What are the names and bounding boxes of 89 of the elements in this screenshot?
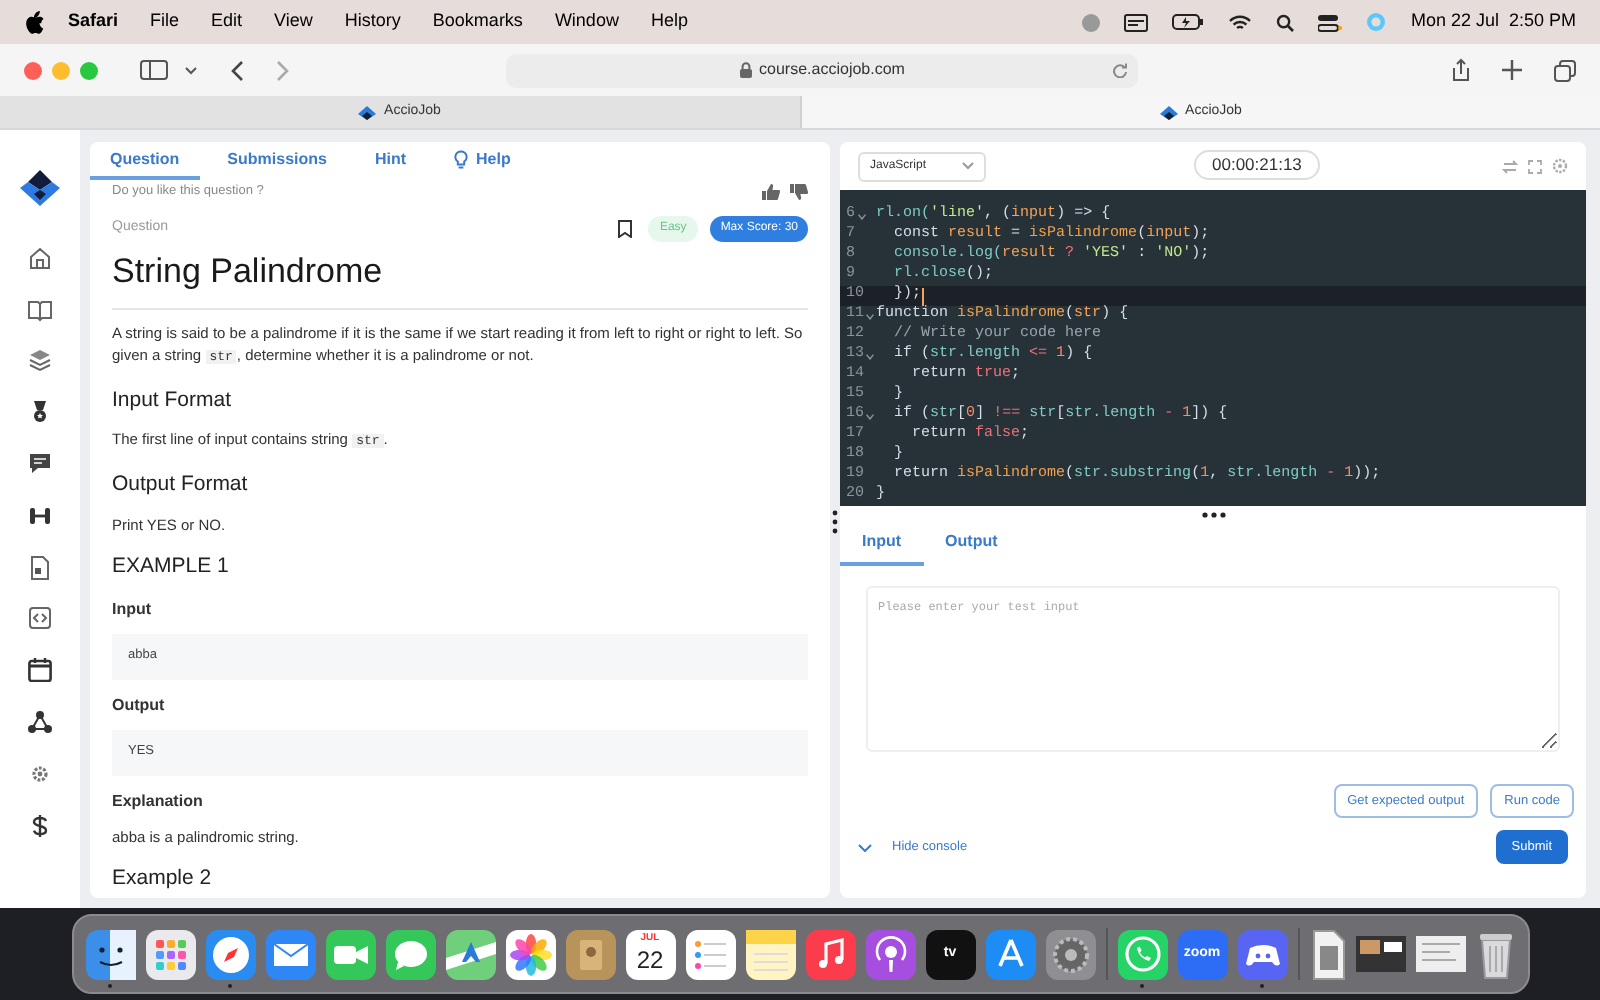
logo-icon bbox=[1159, 105, 1178, 119]
console-tab[interactable]: Output bbox=[923, 522, 1020, 566]
book-icon[interactable] bbox=[28, 297, 52, 322]
checklist-icon[interactable] bbox=[685, 929, 735, 979]
tabs-overview-icon[interactable] bbox=[1554, 59, 1576, 81]
fold-icon[interactable] bbox=[866, 313, 875, 319]
map-icon[interactable] bbox=[445, 929, 495, 979]
chevron-down-icon[interactable] bbox=[858, 843, 872, 851]
lock-icon bbox=[739, 62, 752, 78]
code-icon[interactable] bbox=[28, 606, 52, 631]
flower-icon[interactable] bbox=[505, 929, 555, 979]
wifi-icon[interactable] bbox=[1228, 13, 1253, 31]
battery-icon[interactable] bbox=[1172, 14, 1205, 30]
dollar-icon[interactable] bbox=[28, 813, 52, 838]
gear-icon[interactable] bbox=[1045, 929, 1095, 979]
logo-icon[interactable] bbox=[20, 170, 60, 206]
question-title: String Palindrome bbox=[112, 246, 808, 309]
address-bar[interactable]: course.acciojob.com bbox=[506, 53, 1138, 87]
chevron-down-icon[interactable] bbox=[184, 65, 198, 75]
fold-icon[interactable] bbox=[857, 213, 866, 219]
fold-icon[interactable] bbox=[866, 413, 875, 419]
apple-icon[interactable] bbox=[24, 10, 44, 34]
menu-item[interactable]: Safari bbox=[68, 8, 119, 36]
console-tab[interactable]: Input bbox=[840, 522, 924, 566]
menu-item[interactable]: Edit bbox=[211, 8, 243, 36]
podcast-icon[interactable] bbox=[865, 929, 915, 979]
window-thumbnail-icon[interactable] bbox=[1355, 936, 1405, 972]
thumbs-down-icon[interactable] bbox=[790, 184, 808, 200]
section-heading: Input Format bbox=[112, 385, 234, 415]
chat-icon[interactable] bbox=[28, 451, 52, 476]
menu-item[interactable]: File bbox=[150, 8, 180, 36]
url-text: course.acciojob.com bbox=[759, 58, 905, 82]
menu-item[interactable]: History bbox=[344, 8, 401, 36]
network-icon[interactable] bbox=[28, 709, 52, 734]
trash-icon[interactable] bbox=[1475, 929, 1515, 979]
chevron-down-icon bbox=[962, 162, 974, 170]
question-tab[interactable]: Help bbox=[434, 142, 531, 180]
phone-bubble-icon[interactable] bbox=[1117, 929, 1167, 979]
bookmark-icon[interactable] bbox=[617, 219, 632, 237]
document-icon[interactable] bbox=[28, 555, 52, 580]
home-icon[interactable] bbox=[28, 245, 52, 270]
question-tab[interactable]: Submissions bbox=[207, 142, 347, 180]
field-label: Output bbox=[112, 693, 167, 718]
new-tab-icon[interactable] bbox=[1502, 60, 1522, 80]
music-note-icon[interactable] bbox=[805, 929, 855, 979]
menu-item[interactable]: View bbox=[274, 8, 313, 36]
fold-icon[interactable] bbox=[866, 353, 875, 359]
medal-icon[interactable] bbox=[28, 400, 52, 425]
reload-icon[interactable] bbox=[1112, 62, 1128, 78]
section-heading: Example 2 bbox=[112, 864, 214, 895]
field-label: Input bbox=[112, 597, 154, 622]
envelope-icon[interactable] bbox=[265, 929, 315, 979]
code-editor[interactable] bbox=[840, 190, 1586, 506]
app-store-icon[interactable] bbox=[985, 929, 1035, 979]
game-controller-icon[interactable] bbox=[1237, 929, 1287, 979]
clock-text: Mon 22 Jul 2:50 PM bbox=[1410, 8, 1576, 35]
menu-item[interactable]: Bookmarks bbox=[432, 8, 523, 36]
section-heading: EXAMPLE 1 bbox=[112, 552, 231, 582]
back-icon[interactable] bbox=[230, 59, 244, 81]
calendar-icon[interactable] bbox=[28, 658, 52, 683]
display-icon[interactable] bbox=[1124, 13, 1149, 31]
question-tab[interactable]: Hint bbox=[354, 142, 427, 180]
gear-icon[interactable] bbox=[28, 761, 52, 786]
share-icon[interactable] bbox=[1452, 58, 1470, 82]
layers-icon[interactable] bbox=[28, 348, 52, 373]
compass-icon[interactable] bbox=[205, 929, 255, 979]
face-icon[interactable] bbox=[85, 929, 135, 979]
menu-item[interactable]: Help bbox=[650, 8, 688, 36]
chat-bubble-icon[interactable] bbox=[385, 929, 435, 979]
field-label: Explanation bbox=[112, 789, 205, 814]
notepad-icon[interactable] bbox=[745, 929, 795, 979]
app-grid-icon[interactable] bbox=[145, 929, 195, 979]
dumbbell-icon[interactable] bbox=[28, 503, 52, 528]
document-icon[interactable] bbox=[1309, 929, 1345, 979]
contacts-book-icon[interactable] bbox=[565, 929, 615, 979]
window-thumbnail-icon[interactable] bbox=[1415, 936, 1465, 972]
timer: 00:00:21:13 bbox=[1194, 150, 1320, 180]
video-camera-icon[interactable] bbox=[325, 929, 375, 979]
sidebar-icon[interactable] bbox=[140, 60, 168, 80]
menu-item[interactable]: Window bbox=[554, 8, 619, 36]
search-icon[interactable] bbox=[1276, 13, 1295, 31]
lightbulb-icon bbox=[454, 149, 469, 169]
logo-icon bbox=[358, 105, 377, 119]
section-heading: Output Format bbox=[112, 469, 250, 500]
question-tab[interactable]: Question bbox=[90, 142, 200, 180]
thumbs-up-icon[interactable] bbox=[762, 184, 780, 200]
toggles-icon[interactable] bbox=[1318, 13, 1343, 31]
drag-handle-icon[interactable] bbox=[832, 510, 838, 534]
resize-handle-icon[interactable] bbox=[1201, 511, 1225, 517]
